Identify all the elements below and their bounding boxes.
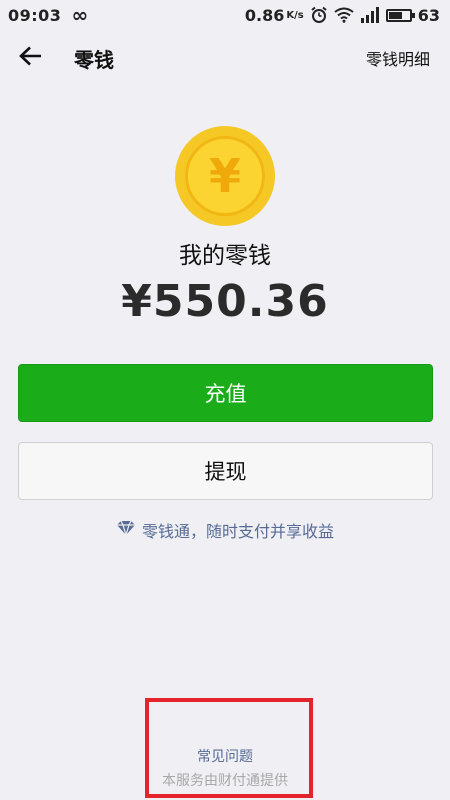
coin-container: ¥	[175, 126, 275, 226]
back-button[interactable]	[6, 36, 56, 80]
promo-text: 零钱通，随时支付并享收益	[141, 522, 334, 541]
balance-label: 我的零钱	[179, 243, 271, 269]
provider-text: 本服务由财付通提供	[162, 773, 288, 789]
status-bar-right: 0.86 K/s 63	[245, 6, 440, 25]
yuan-coin-icon: ¥	[175, 126, 275, 226]
arrow-left-icon	[19, 46, 43, 70]
status-bar: 09:03 ∞ 0.86 K/s 63	[0, 0, 450, 30]
alarm-clock-icon	[310, 6, 328, 24]
balance-amount: ¥550.36	[121, 276, 329, 327]
battery-percent: 63	[417, 5, 440, 25]
signal-icon	[360, 7, 380, 23]
wifi-icon	[334, 7, 354, 23]
balance-details-link[interactable]: 零钱明细	[366, 46, 430, 70]
nav-bar: 零钱 零钱明细	[0, 36, 450, 80]
withdraw-button[interactable]: 提现	[18, 442, 433, 500]
network-speed-unit: K/s	[286, 9, 304, 21]
diamond-icon	[116, 520, 136, 540]
infinity-icon: ∞	[71, 3, 89, 27]
recharge-button[interactable]: 充值	[18, 364, 433, 422]
battery-icon	[385, 8, 415, 22]
page-title: 零钱	[74, 47, 114, 72]
network-speed: 0.86	[244, 5, 285, 25]
faq-link[interactable]: 常见问题	[0, 746, 450, 766]
yuan-symbol: ¥	[208, 149, 241, 203]
status-time: 09:03	[8, 5, 62, 25]
status-bar-left: 09:03 ∞	[8, 3, 88, 27]
lingqiantong-promo-link[interactable]: 零钱通，随时支付并享收益	[0, 518, 450, 542]
